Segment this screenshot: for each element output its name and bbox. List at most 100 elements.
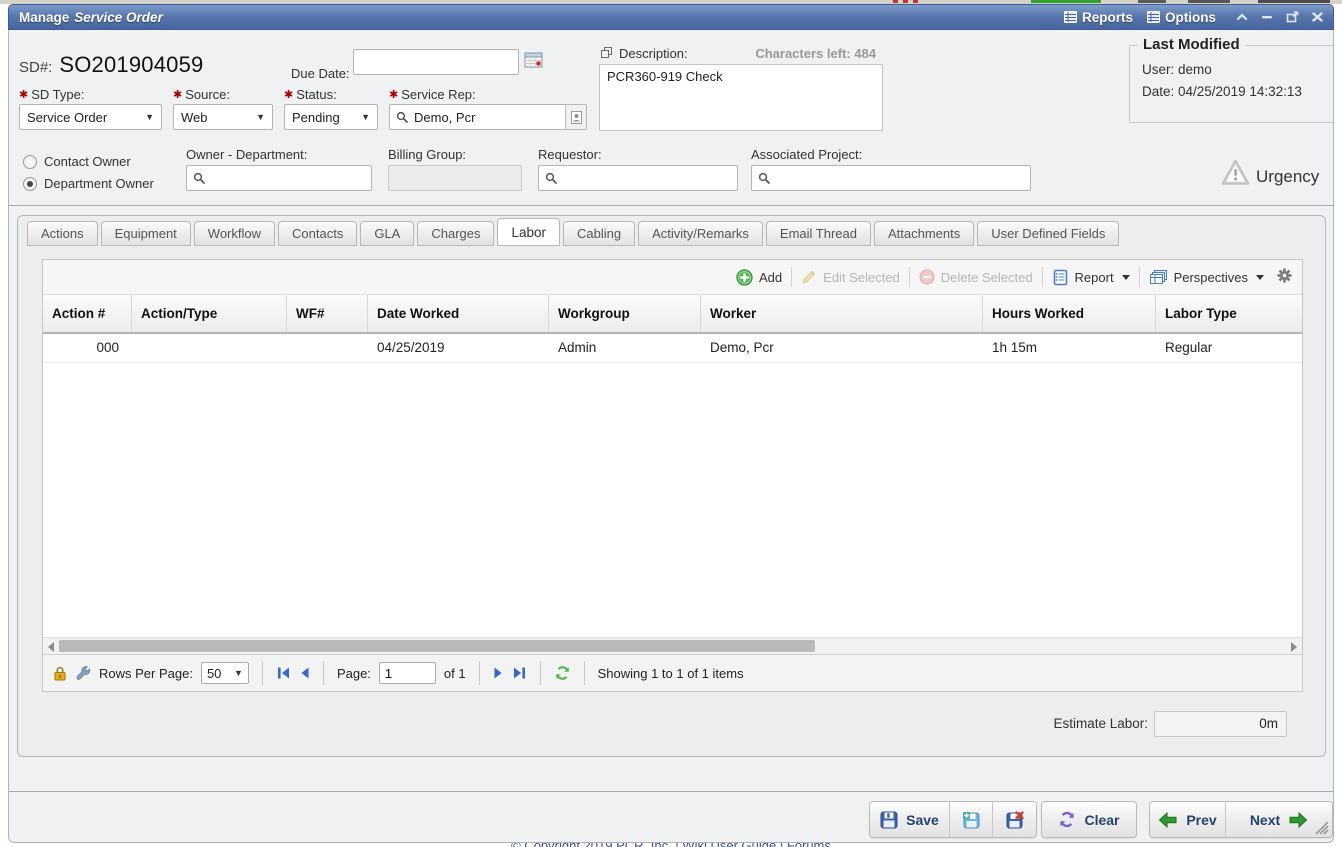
next-page-icon[interactable] [493, 666, 504, 680]
search-icon [396, 111, 408, 123]
edge-artifact [903, 0, 908, 3]
column-header-action-type[interactable]: Action/Type [132, 295, 287, 332]
pager-separator [262, 661, 263, 685]
reports-icon [1064, 11, 1077, 23]
horizontal-scrollbar[interactable] [43, 637, 1302, 654]
wrench-icon[interactable] [75, 666, 91, 681]
description-popout-icon[interactable] [600, 46, 613, 64]
save-add-icon [962, 811, 980, 829]
save-button[interactable]: Save [870, 802, 950, 837]
tab-attachments[interactable]: Attachments [874, 221, 974, 246]
save-button-group: Save [869, 801, 1037, 838]
description-textarea[interactable]: PCR360-919 Check [599, 64, 883, 131]
prev-arrow-icon [1158, 812, 1178, 828]
prev-button[interactable]: Prev [1150, 802, 1226, 837]
cell-workgroup: Admin [549, 334, 701, 362]
owner-department-field[interactable] [186, 165, 372, 191]
column-header-worker[interactable]: Worker [701, 295, 983, 332]
screen: © Copyright 2019 PCR, Inc. | Wiki User G… [0, 0, 1342, 847]
tab-activity-remarks[interactable]: Activity/Remarks [638, 221, 763, 246]
rows-per-page-select[interactable]: 50▼ [201, 662, 249, 684]
prev-next-group: Prev Next [1149, 801, 1333, 838]
delete-selected-button: Delete Selected [919, 269, 1033, 285]
cell-worker: Demo, Pcr [701, 334, 983, 362]
status-select[interactable]: Pending▼ [284, 104, 378, 130]
department-owner-radio[interactable]: Department Owner [23, 176, 154, 191]
popout-window-icon[interactable] [1286, 11, 1299, 23]
toolbar-separator [1139, 267, 1140, 287]
table-row[interactable]: 000 04/25/2019 Admin Demo, Pcr 1h 15m Re… [43, 334, 1302, 363]
column-header-labor-type[interactable]: Labor Type [1156, 295, 1302, 332]
tab-email-thread[interactable]: Email Thread [766, 221, 871, 246]
tab-cabling[interactable]: Cabling [563, 221, 635, 246]
edge-artifact [913, 0, 918, 3]
column-header-hours-worked[interactable]: Hours Worked [983, 295, 1156, 332]
service-rep-field[interactable]: Demo, Pcr [389, 104, 587, 130]
edit-icon [801, 269, 817, 285]
minimize-icon[interactable] [1261, 12, 1273, 22]
first-page-icon[interactable] [276, 666, 291, 680]
required-icon: ✱ [389, 89, 398, 101]
resize-handle[interactable] [1315, 821, 1329, 840]
page-label: Page: [337, 666, 371, 681]
last-page-icon[interactable] [512, 666, 527, 680]
close-icon[interactable] [1312, 12, 1323, 22]
clear-button[interactable]: Clear [1042, 802, 1136, 837]
collapse-icon[interactable] [1236, 12, 1248, 22]
tab-gla[interactable]: GLA [360, 221, 414, 246]
report-menu-button[interactable]: Report [1052, 269, 1130, 286]
column-header-wf-number[interactable]: WF# [287, 295, 368, 332]
pager-separator [323, 661, 324, 685]
source-select[interactable]: Web▼ [173, 104, 273, 130]
tab-labor[interactable]: Labor [497, 218, 560, 246]
column-header-workgroup[interactable]: Workgroup [549, 295, 701, 332]
options-icon [1147, 11, 1160, 23]
window-body: SD#: SO201904059 Due Date: Description: … [8, 30, 1334, 843]
page-input[interactable] [379, 662, 436, 684]
save-and-close-button[interactable] [993, 802, 1036, 837]
add-button[interactable]: Add [736, 269, 782, 286]
grid-pager: Rows Per Page: 50▼ Page: of 1 [43, 654, 1302, 691]
tab-actions[interactable]: Actions [27, 221, 98, 246]
contact-picker-icon[interactable] [565, 105, 586, 129]
save-and-add-button[interactable] [950, 802, 993, 837]
tab-workflow[interactable]: Workflow [194, 221, 275, 246]
search-icon [758, 172, 770, 184]
grid-settings-gear-icon[interactable] [1277, 268, 1292, 286]
reports-button[interactable]: Reports [1064, 10, 1133, 25]
requestor-field[interactable] [538, 165, 738, 191]
scroll-right-icon[interactable] [1291, 642, 1297, 652]
due-date-input[interactable] [353, 49, 519, 75]
tab-charges[interactable]: Charges [417, 221, 494, 246]
perspectives-menu-button[interactable]: Perspectives [1149, 269, 1264, 286]
window-title: ManageService Order [19, 10, 163, 25]
edge-artifact [1188, 0, 1230, 3]
tab-user-defined-fields[interactable]: User Defined Fields [977, 221, 1119, 246]
associated-project-field[interactable] [751, 165, 1031, 191]
clear-icon [1058, 811, 1076, 828]
chevron-down-icon [1122, 275, 1130, 280]
tab-contacts[interactable]: Contacts [278, 221, 357, 246]
grid-empty-area [43, 363, 1302, 637]
options-button[interactable]: Options [1147, 10, 1216, 25]
tab-equipment[interactable]: Equipment [101, 221, 191, 246]
sd-type-select[interactable]: Service Order▼ [19, 104, 162, 130]
search-icon [193, 172, 205, 184]
window-titlebar: ManageService Order Reports Options [8, 4, 1334, 30]
scrollbar-thumb[interactable] [59, 640, 815, 652]
title-prefix: Manage [19, 10, 69, 25]
edge-artifact [1031, 0, 1101, 3]
search-icon [545, 172, 557, 184]
prev-page-icon[interactable] [299, 666, 310, 680]
clear-button-wrap: Clear [1041, 801, 1137, 838]
form-divider [9, 205, 1333, 206]
calendar-icon[interactable] [524, 51, 543, 74]
column-header-date-worked[interactable]: Date Worked [368, 295, 549, 332]
urgency-warning-icon[interactable] [1221, 159, 1250, 191]
contact-owner-radio[interactable]: Contact Owner [23, 154, 131, 169]
toolbar-separator [791, 267, 792, 287]
refresh-icon[interactable] [554, 665, 571, 681]
scroll-left-icon[interactable] [48, 642, 54, 652]
column-header-action-number[interactable]: Action # [43, 295, 132, 332]
lock-icon[interactable] [53, 666, 67, 681]
